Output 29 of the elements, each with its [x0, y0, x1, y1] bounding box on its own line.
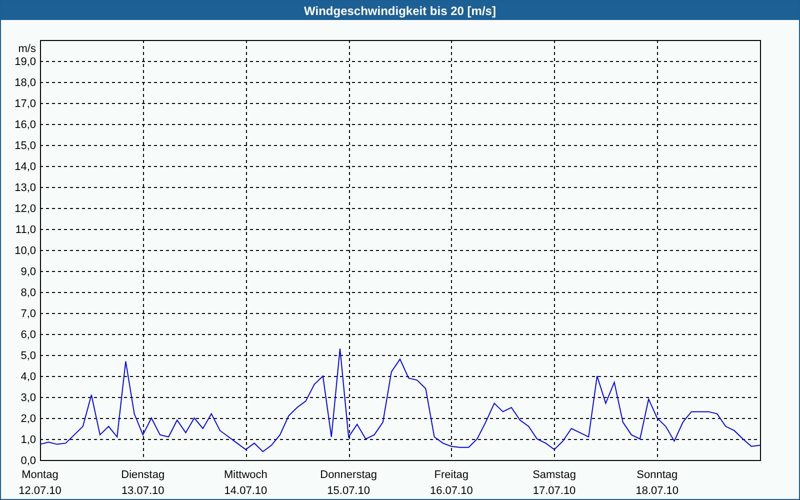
y-tick-label: 11,0 [15, 224, 36, 236]
y-tick-label: 0,0 [20, 455, 36, 467]
y-tick-label: 3,0 [20, 392, 36, 404]
window-title: Windgeschwindigkeit bis 20 [m/s] [1, 1, 799, 20]
y-tick-label: 14,0 [14, 161, 36, 173]
y-tick-label: 7,0 [20, 308, 36, 320]
y-tick-label: 5,0 [20, 350, 36, 362]
y-tick-label: 1,0 [20, 434, 36, 446]
y-tick-label: 19,0 [14, 56, 36, 68]
y-tick-label: 9,0 [20, 266, 36, 278]
y-tick-label: 16,0 [14, 119, 36, 131]
y-tick-label: 13,0 [14, 182, 36, 194]
y-tick-label: 10,0 [14, 245, 36, 257]
x-tick-label: Samstag 17.07.10 [532, 469, 576, 497]
x-tick-label: Sonntag 18.07.10 [636, 469, 679, 497]
x-tick-label: Mittwoch 14.07.10 [224, 469, 268, 497]
x-tick-label: Donnerstag 15.07.10 [320, 469, 377, 497]
x-tick-label: Montag 12.07.10 [18, 469, 62, 497]
y-tick-label: 2,0 [20, 413, 36, 425]
y-tick-label: 18,0 [14, 77, 36, 89]
y-tick-label: 6,0 [20, 329, 36, 341]
y-tick-label: 15,0 [14, 140, 36, 152]
y-tick-label: 4,0 [20, 371, 36, 383]
x-tick-label: Freitag 16.07.10 [430, 469, 473, 497]
y-tick-label: 17,0 [14, 98, 36, 110]
y-tick-label: 12,0 [14, 203, 36, 215]
y-tick-label: 8,0 [20, 287, 36, 299]
x-tick-label: Dienstag 13.07.10 [121, 469, 165, 497]
axis-unit-label: m/s [18, 43, 36, 55]
